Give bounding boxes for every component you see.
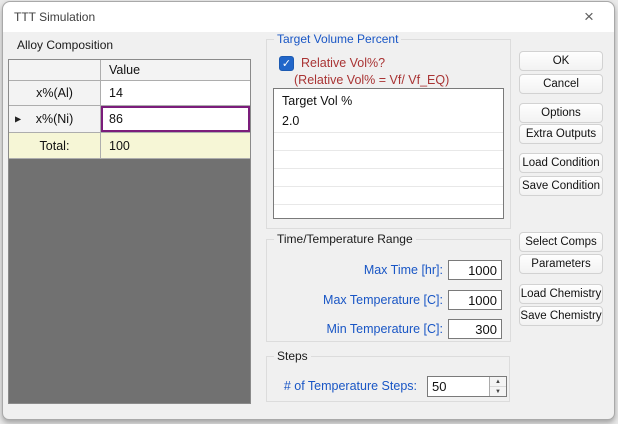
cancel-button[interactable]: Cancel <box>519 74 603 94</box>
table-row-total: Total: 100 <box>9 133 250 159</box>
grid-corner-cell <box>9 60 101 81</box>
steps-group: Steps # of Temperature Steps: ▲ ▼ <box>266 349 510 402</box>
save-chemistry-button[interactable]: Save Chemistry <box>519 306 603 326</box>
spinner-down-button[interactable]: ▼ <box>490 387 506 396</box>
max-temperature-row: Max Temperature [C]: <box>267 290 510 310</box>
min-temperature-label: Min Temperature [C]: <box>326 322 443 336</box>
total-row-value: 100 <box>101 133 250 159</box>
ttt-simulation-dialog: TTT Simulation × Alloy Composition Value… <box>2 1 615 420</box>
target-volume-group-label: Target Volume Percent <box>274 32 402 46</box>
arrow-up-icon: ▲ <box>495 378 501 385</box>
max-time-row: Max Time [hr]: <box>267 260 510 280</box>
cell-ni-value-selected[interactable]: 86 <box>101 106 250 133</box>
steps-group-label: Steps <box>274 349 311 363</box>
save-condition-button[interactable]: Save Condition <box>519 176 603 196</box>
temperature-steps-input[interactable] <box>428 377 489 396</box>
checkbox-check-icon: ✓ <box>281 58 292 70</box>
max-temperature-label: Max Temperature [C]: <box>323 293 443 307</box>
grid-header-row: Value <box>9 60 250 81</box>
relative-vol-formula-note: (Relative Vol% = Vf/ Vf_EQ) <box>294 73 450 87</box>
value-column-header: Value <box>101 60 250 81</box>
stepper-arrows: ▲ ▼ <box>489 377 506 396</box>
temperature-steps-stepper: ▲ ▼ <box>427 376 507 397</box>
target-vol-empty-row[interactable] <box>274 205 503 218</box>
title-bar: TTT Simulation × <box>3 2 614 32</box>
options-button[interactable]: Options <box>519 103 603 123</box>
ok-button[interactable]: OK <box>519 51 603 71</box>
min-temperature-row: Min Temperature [C]: <box>267 319 510 339</box>
close-button[interactable]: × <box>568 3 610 31</box>
target-vol-empty-row[interactable] <box>274 133 503 151</box>
alloy-composition-label: Alloy Composition <box>17 38 114 52</box>
load-condition-button[interactable]: Load Condition <box>519 153 603 173</box>
arrow-down-icon: ▼ <box>495 388 501 395</box>
spinner-up-button[interactable]: ▲ <box>490 377 506 387</box>
row-header-ni[interactable]: ▶ x%(Ni) <box>9 106 101 133</box>
table-row: ▶ x%(Ni) 86 <box>9 106 250 133</box>
row-header-al[interactable]: x%(Al) <box>9 81 101 106</box>
relative-vol-checkbox[interactable]: ✓ <box>279 56 294 71</box>
grid-empty-area <box>9 159 250 403</box>
parameters-button[interactable]: Parameters <box>519 254 603 274</box>
max-time-label: Max Time [hr]: <box>363 263 443 277</box>
target-volume-group: Target Volume Percent ✓ Relative Vol%? (… <box>266 32 511 229</box>
target-vol-list-item[interactable]: 2.0 <box>274 110 503 133</box>
cell-al-value[interactable]: 14 <box>101 81 250 106</box>
window-title: TTT Simulation <box>14 10 96 24</box>
select-comps-button[interactable]: Select Comps <box>519 232 603 252</box>
extra-outputs-button[interactable]: Extra Outputs <box>519 124 603 144</box>
current-row-icon: ▶ <box>15 114 22 124</box>
temperature-steps-label: # of Temperature Steps: <box>283 379 417 393</box>
time-temperature-group: Time/Temperature Range Max Time [hr]: Ma… <box>266 232 511 342</box>
target-vol-list-header: Target Vol % <box>282 94 353 108</box>
target-vol-empty-row[interactable] <box>274 151 503 169</box>
total-row-label: Total: <box>9 133 101 159</box>
row-header-ni-label: x%(Ni) <box>35 112 74 126</box>
load-chemistry-button[interactable]: Load Chemistry <box>519 284 603 304</box>
target-vol-empty-row[interactable] <box>274 169 503 187</box>
max-temperature-input[interactable] <box>448 290 502 310</box>
min-temperature-input[interactable] <box>448 319 502 339</box>
max-time-input[interactable] <box>448 260 502 280</box>
close-icon: × <box>584 7 594 26</box>
time-temperature-group-label: Time/Temperature Range <box>274 232 416 246</box>
table-row: x%(Al) 14 <box>9 81 250 106</box>
target-vol-empty-row[interactable] <box>274 187 503 205</box>
relative-vol-checkbox-label[interactable]: Relative Vol%? <box>301 56 385 70</box>
alloy-composition-grid: Value x%(Al) 14 ▶ x%(Ni) 86 Total: 100 <box>8 59 251 404</box>
target-vol-list: Target Vol % 2.0 <box>273 88 504 219</box>
